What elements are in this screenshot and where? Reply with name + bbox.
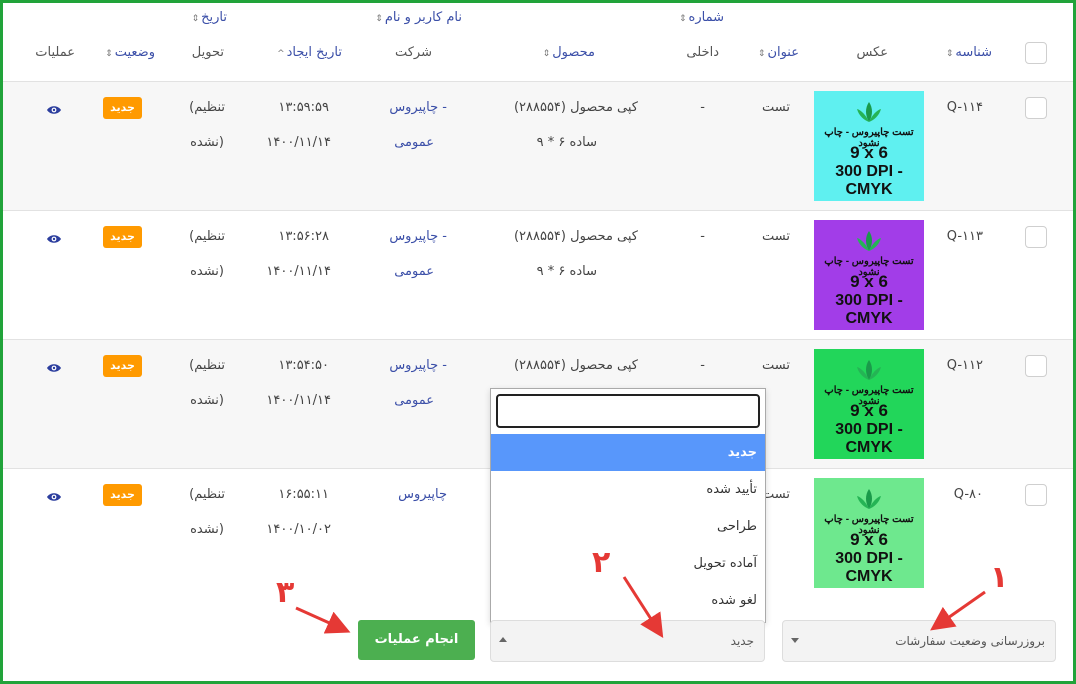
annotation-number-3: ۳ xyxy=(276,575,295,610)
annotation-arrow-3 xyxy=(295,606,351,634)
annotation-number-1: ۱ xyxy=(990,560,1009,595)
annotation-arrow-1 xyxy=(930,590,986,631)
annotation-arrows xyxy=(295,576,986,639)
annotation-number-2: ۲ xyxy=(592,545,611,580)
annotation-arrow-2 xyxy=(622,576,664,639)
